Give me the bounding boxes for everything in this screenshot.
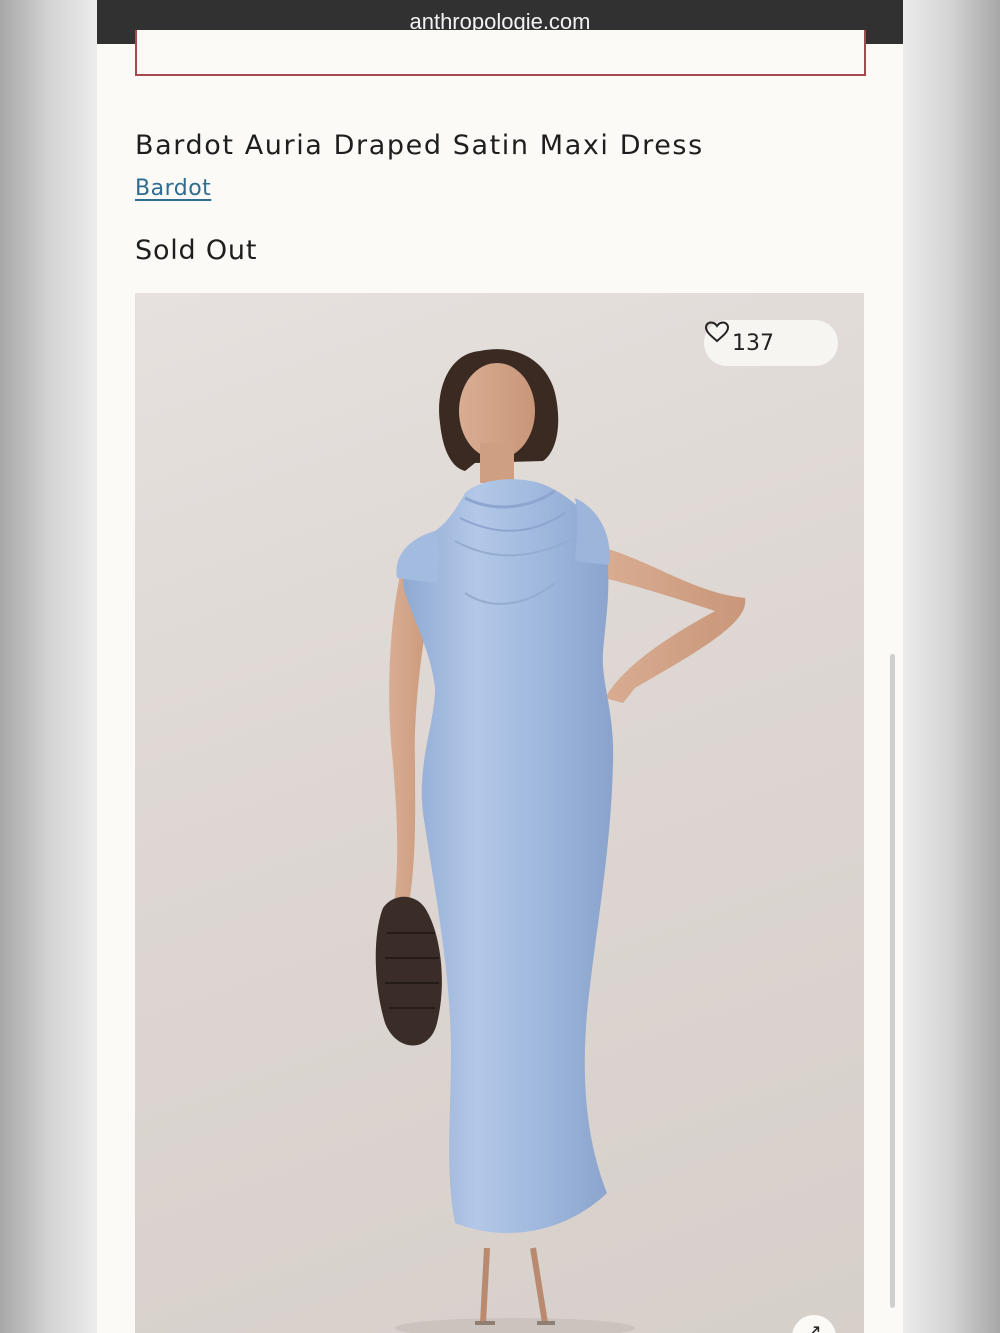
brand-link[interactable]: Bardot: [135, 176, 211, 201]
favorite-count: 137: [732, 330, 774, 356]
heart-icon: [704, 321, 810, 355]
product-image[interactable]: 137 ↗: [135, 293, 864, 1333]
favorite-button[interactable]: 137: [704, 320, 838, 366]
browser-viewport: anthropologie.com Bardot Auria Draped Sa…: [97, 0, 903, 1333]
scrollbar[interactable]: [890, 654, 895, 1308]
previous-section-box: [135, 30, 866, 76]
stock-status: Sold Out: [135, 235, 258, 266]
arrow-expand-icon: ↗: [806, 1321, 822, 1333]
model-illustration: [375, 349, 746, 1333]
product-title: Bardot Auria Draped Satin Maxi Dress: [135, 130, 704, 161]
